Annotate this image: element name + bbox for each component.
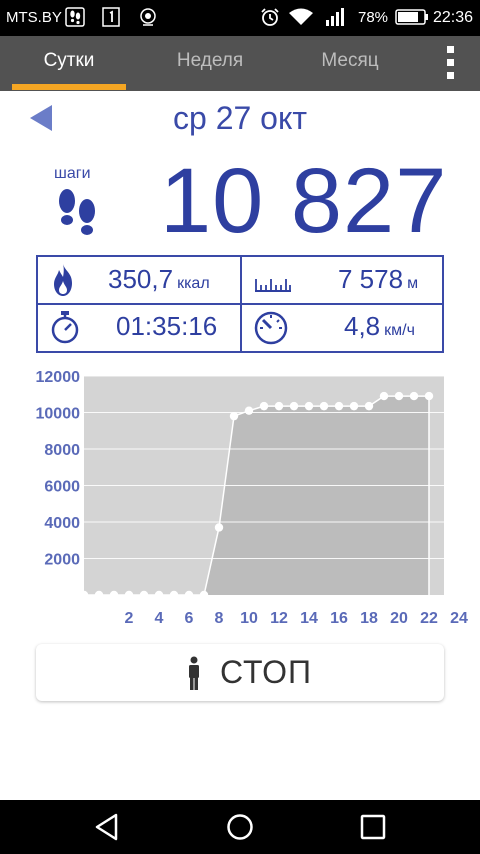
calories-stat: 350,7 ккал: [108, 264, 210, 295]
status-bar: MTS.BY 78% 22:36: [0, 0, 480, 36]
steps-label: шаги: [54, 165, 91, 182]
tab-week[interactable]: Неделя: [150, 36, 270, 91]
recents-icon[interactable]: [358, 812, 388, 842]
battery-icon: [395, 9, 428, 25]
chart-point: [259, 401, 269, 411]
chart-y-tick-label: 6000: [44, 479, 80, 496]
chart-point: [214, 523, 224, 532]
person-icon: [189, 656, 199, 690]
chart-point: [94, 590, 104, 600]
tab-month[interactable]: Месяц: [290, 36, 410, 91]
chart-point: [229, 411, 239, 421]
alarm-icon: [261, 8, 279, 26]
chart-point: [154, 590, 164, 600]
chart-x-tick-label: 22: [420, 610, 438, 627]
chart-x-tick-label: 10: [240, 610, 258, 627]
speed-value: 4,8: [344, 311, 381, 341]
tab-bar: Сутки Неделя Месяц: [0, 36, 480, 91]
duration-value: 01:35:16: [116, 311, 218, 341]
previous-day-arrow-icon[interactable]: [28, 103, 54, 133]
chart-point: [79, 590, 89, 600]
speed-unit: км/ч: [384, 322, 415, 339]
chart-x-tick-label: 18: [360, 610, 378, 627]
speed-stat: 4,8 км/ч: [344, 311, 415, 342]
chart-x-tick-label: 24: [450, 610, 468, 627]
signal-icon: [326, 8, 344, 26]
tab-day[interactable]: Сутки: [12, 36, 126, 91]
navigation-bar: [0, 800, 480, 854]
chart-y-tick-label: 2000: [44, 552, 80, 569]
chart-y-tick-label: 4000: [44, 515, 80, 532]
chart-y-tick-label: 10000: [36, 406, 81, 423]
distance-unit: м: [407, 275, 419, 292]
chart-y-tick-label: 8000: [44, 442, 80, 459]
chart-point: [109, 590, 119, 600]
chart-point: [424, 391, 434, 401]
current-date: ср 27 окт: [173, 100, 307, 136]
battery-percent: 78%: [358, 9, 389, 26]
steps-count: 10 827: [160, 150, 448, 252]
active-tab-indicator: [12, 84, 126, 90]
location-notification-icon: [140, 8, 156, 26]
chart-point: [184, 590, 194, 600]
stopwatch-icon: [51, 311, 79, 344]
chart-point: [379, 391, 389, 401]
chart-point: [124, 590, 134, 600]
overflow-menu-icon[interactable]: [440, 43, 460, 83]
chart-x-tick-label: 8: [215, 610, 224, 627]
home-icon[interactable]: [225, 812, 255, 842]
chart-x-tick-label: 20: [390, 610, 408, 627]
clock: 22:36: [433, 9, 474, 26]
chart-point: [169, 590, 179, 600]
chart-point: [409, 391, 419, 401]
calories-value: 350,7: [108, 264, 174, 294]
chart-point: [244, 406, 254, 415]
main-content: ср 27 окт шаги 10 827 350,7 ккал 7 578 м 0…: [0, 91, 480, 800]
sim-1-icon: [102, 7, 120, 27]
chart-point: [139, 590, 149, 600]
chart-x-tick-label: 2: [125, 610, 134, 627]
chart-y-tick-label: 12000: [36, 369, 81, 386]
ruler-icon: [255, 279, 291, 292]
carrier-name: MTS.BY: [6, 9, 62, 26]
chart-point: [349, 401, 359, 411]
chart-point: [319, 401, 329, 411]
chart-x-tick-label: 16: [330, 610, 348, 627]
calories-unit: ккал: [177, 275, 210, 292]
stop-button-label: СТОП: [220, 654, 313, 690]
footsteps-notification-icon: [65, 7, 85, 27]
chart-point: [304, 401, 314, 411]
chart-x-tick-label: 4: [155, 610, 164, 627]
wifi-icon: [289, 8, 313, 25]
chart-point: [289, 401, 299, 411]
steps-chart-svg: 200040006000800010000120002 4 6 8 10 12 14 16 18…: [36, 369, 469, 627]
footprints-icon: [59, 189, 95, 235]
back-icon[interactable]: [92, 812, 122, 842]
distance-value: 7 578: [338, 264, 404, 294]
steps-chart: 2000 4000 6000 8000 10000 12000 2 4 6 8 10 12 14 16 18…: [0, 359, 480, 629]
stats-panel: 350,7 ккал 7 578 м 01:35:16 4,8 км/ч: [36, 255, 444, 353]
chart-point: [199, 590, 209, 600]
chart-point: [394, 391, 404, 401]
chart-x-tick-label: 14: [300, 610, 318, 627]
stop-button[interactable]: СТОП: [36, 644, 444, 701]
chart-x-tick-label: 6: [185, 610, 194, 627]
speedometer-icon: [254, 311, 288, 345]
chart-point: [364, 401, 374, 411]
flame-icon: [54, 264, 72, 296]
chart-point: [334, 401, 344, 411]
chart-point: [274, 401, 284, 411]
distance-stat: 7 578 м: [338, 264, 418, 295]
chart-x-tick-label: 12: [270, 610, 288, 627]
